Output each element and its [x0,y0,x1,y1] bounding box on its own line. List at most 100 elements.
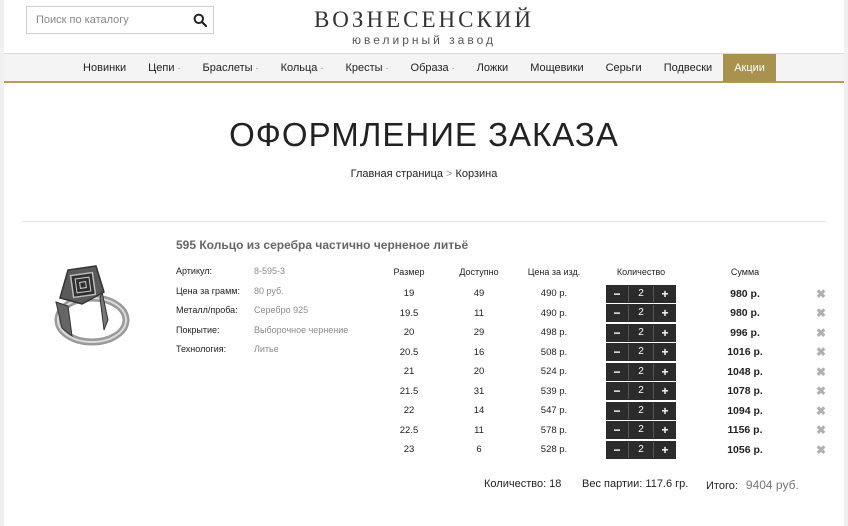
totals: Количество: 18 Вес партии: 117.6 гр. Ито… [484,478,799,492]
spec-key: Артикул: [176,266,213,276]
logo-main: ВОЗНЕСЕНСКИЙ [313,7,535,32]
close-icon[interactable]: ✖ [809,345,833,359]
minus-button[interactable]: − [606,362,628,381]
plus-button[interactable]: + [654,362,676,381]
cell-available: 49 [473,288,485,300]
nav-item-label: Новинки [83,62,127,74]
nav-item-label: Ложки [476,62,509,74]
nav-item-0[interactable]: Новинки [72,54,137,82]
cell-price: 490 р. [540,307,568,319]
quantity-input[interactable]: 2 [628,422,654,439]
quantity-stepper: −2 + [606,343,676,362]
quantity-input[interactable]: 2 [628,383,654,400]
minus-button[interactable]: − [606,440,628,459]
total-sum: Итого: 9404 руб. [706,478,799,492]
quantity-input[interactable]: 2 [628,344,654,361]
close-icon[interactable]: ✖ [809,423,833,437]
quantity-input[interactable]: 2 [628,441,654,458]
nav-item-1[interactable]: Цепи - [137,54,191,82]
divider [22,221,826,222]
total-qty: Количество: 18 [484,478,562,490]
cell-size: 23 [403,444,415,456]
cell-sum: 1016 р. [727,346,763,359]
minus-button[interactable]: − [606,401,628,420]
cell-qty: −2 + [584,401,698,420]
spec-value: Серебро 925 [254,305,309,315]
cell-qty: −2 + [584,343,698,362]
quantity-input[interactable]: 2 [628,363,654,380]
close-icon[interactable]: ✖ [809,384,833,398]
nav-item-label: Акции [734,62,765,74]
minus-button[interactable]: − [606,323,628,342]
plus-button[interactable]: + [654,323,676,342]
nav-item-label: Подвески [663,62,713,74]
close-icon[interactable]: ✖ [809,404,833,418]
cell-qty: −2 + [584,362,698,381]
nav-item-3[interactable]: Кольца - [270,54,335,82]
cell-size: 19 [403,288,415,300]
nav-item-label: Мощевики [530,62,584,74]
minus-button[interactable]: − [606,343,628,362]
close-icon[interactable]: ✖ [809,365,833,379]
plus-button[interactable]: + [654,440,676,459]
nav-item-8[interactable]: Серьги [595,54,653,82]
plus-button[interactable]: + [654,382,676,401]
spec-value: Выборочное чернение [254,324,349,335]
chevron-down-icon: - [320,63,324,73]
product-specs: Артикул: 8-595-3 Цена за грамм: 80 руб. Мета… [176,262,348,360]
cell-available: 16 [473,346,485,358]
nav-item-10[interactable]: Акции [723,54,776,82]
spec-key: Металл/проба: [176,305,238,315]
plus-button[interactable]: + [654,284,676,303]
nav-item-5[interactable]: Образа - [400,54,466,82]
cell-available: 14 [473,405,485,417]
nav-item-2[interactable]: Браслеты - [192,54,270,82]
nav-item-6[interactable]: Ложки [466,54,520,82]
nav-item-9[interactable]: Подвески [653,54,724,82]
cell-sum: 980 р. [730,287,760,300]
spec-key: Цена за грамм: [176,285,240,296]
quantity-input[interactable]: 2 [628,305,654,322]
breadcrumb: Главная страница > Корзина [4,168,844,180]
spec-row: Артикул: 8-595-3 [176,262,348,282]
minus-button[interactable]: − [606,284,628,303]
search-icon[interactable] [193,13,207,27]
close-icon[interactable]: ✖ [809,306,833,320]
total-label: Итого: [706,480,738,492]
quantity-input[interactable]: 2 [628,324,654,341]
quantity-stepper: −2 + [606,362,676,381]
minus-button[interactable]: − [606,421,628,440]
nav-item-label: Цепи [148,62,175,74]
nav-item-4[interactable]: Кресты - [334,54,399,82]
minus-button[interactable]: − [606,382,628,401]
plus-button[interactable]: + [654,343,676,362]
close-icon[interactable]: ✖ [809,326,833,340]
search-box[interactable] [26,6,214,34]
close-icon[interactable]: ✖ [809,443,833,457]
plus-button[interactable]: + [654,304,676,323]
cell-available: 11 [474,307,484,319]
cell-price: 524 р. [540,366,568,378]
cell-sum: 1056 р. [727,443,763,456]
cell-available: 29 [473,327,485,339]
col-price: Цена за изд. [527,267,581,277]
spec-row: Покрытие: Выборочное чернение [176,321,348,341]
ring-image[interactable] [46,258,132,348]
breadcrumb-home[interactable]: Главная страница [351,168,443,180]
minus-button[interactable]: − [606,304,628,323]
plus-button[interactable]: + [654,421,676,440]
logo[interactable]: ВОЗНЕСЕНСКИЙ ювелирный завод [274,6,574,46]
table-row: 20.5 16 508 р. −2 +1016 р. ✖ [384,343,833,363]
search-input[interactable] [27,7,177,33]
close-icon[interactable]: ✖ [809,287,833,301]
total-weight: Вес партии: 117.6 гр. [582,478,689,490]
table-row: 19 49 490 р. −2 +980 р. ✖ [384,284,833,304]
quantity-input[interactable]: 2 [628,402,654,419]
table-row: 22.5 11 578 р. −2 +1156 р. ✖ [384,421,833,441]
product-name[interactable]: 595 Кольцо из серебра частично черненое … [176,238,468,252]
cell-qty: −2 + [584,440,698,459]
plus-button[interactable]: + [654,401,676,420]
cell-available: 31 [473,385,485,397]
nav-item-7[interactable]: Мощевики [519,54,594,82]
quantity-input[interactable]: 2 [628,285,654,302]
